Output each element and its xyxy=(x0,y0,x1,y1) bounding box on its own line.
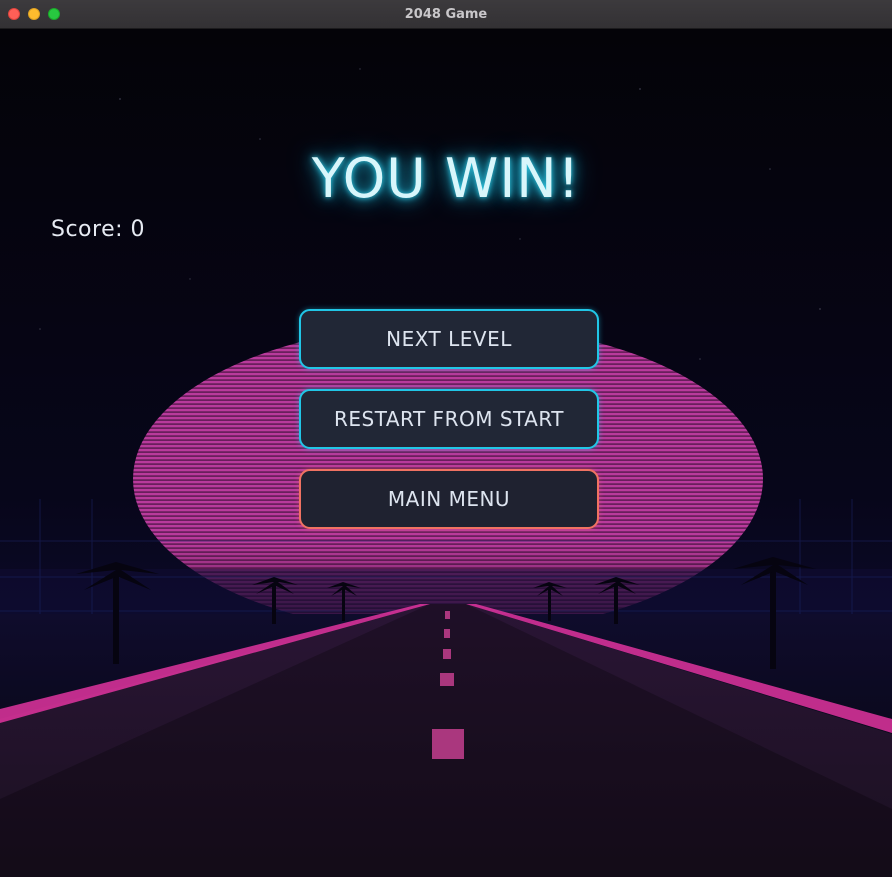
restart-from-start-button[interactable]: RESTART FROM START xyxy=(299,389,599,449)
next-level-button[interactable]: NEXT LEVEL xyxy=(299,309,599,369)
score-display: Score: 0 xyxy=(51,217,146,242)
win-headline: YOU WIN! xyxy=(311,147,581,210)
main-menu-button[interactable]: MAIN MENU xyxy=(299,469,599,529)
title-bar: 2048 Game xyxy=(0,0,892,29)
game-window: 2048 Game YOU WIN! Score: 0 NEXT LEVEL R… xyxy=(0,0,892,877)
game-scene: YOU WIN! Score: 0 NEXT LEVEL RESTART FRO… xyxy=(0,29,892,877)
window-title: 2048 Game xyxy=(404,7,488,22)
